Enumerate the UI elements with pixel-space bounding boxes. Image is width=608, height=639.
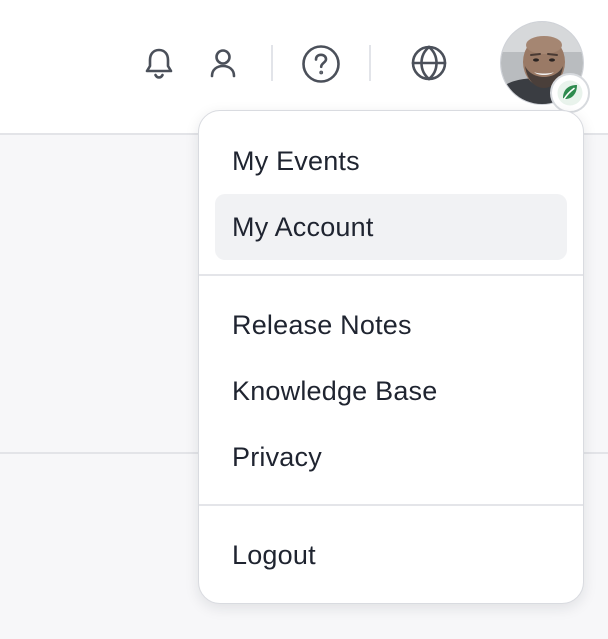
menu-item-label: Release Notes: [232, 309, 412, 340]
notifications-button[interactable]: [141, 45, 177, 81]
help-button[interactable]: [300, 43, 342, 85]
menu-item-label: My Account: [232, 211, 374, 242]
menu-divider: [199, 504, 583, 506]
avatar-status-badge: [550, 73, 590, 113]
help-circle-icon: [302, 45, 340, 83]
bell-icon: [145, 48, 173, 79]
language-button[interactable]: [409, 43, 449, 83]
avatar-button[interactable]: [500, 21, 590, 113]
menu-item-my-account[interactable]: My Account: [215, 194, 567, 260]
menu-item-my-events[interactable]: My Events: [215, 128, 567, 194]
leaf-badge-icon: [557, 80, 583, 106]
globe-icon: [411, 45, 447, 81]
menu-item-release-notes[interactable]: Release Notes: [215, 292, 567, 358]
user-profile-button[interactable]: [205, 45, 241, 81]
menu-item-label: Privacy: [232, 441, 322, 472]
menu-item-privacy[interactable]: Privacy: [215, 424, 567, 490]
menu-item-label: Logout: [232, 539, 316, 570]
menu-item-knowledge-base[interactable]: Knowledge Base: [215, 358, 567, 424]
header-separator: [369, 45, 371, 81]
menu-item-logout[interactable]: Logout: [215, 522, 567, 588]
header-separator: [271, 45, 273, 81]
user-dropdown-menu: My Events My Account Release Notes Knowl…: [198, 110, 584, 604]
menu-item-label: Knowledge Base: [232, 375, 438, 406]
user-icon: [210, 49, 236, 78]
menu-divider: [199, 274, 583, 276]
menu-item-label: My Events: [232, 145, 360, 176]
